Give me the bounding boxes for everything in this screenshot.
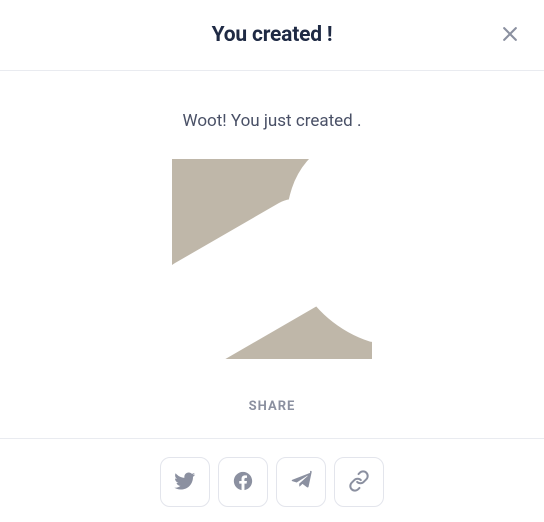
share-buttons-row <box>0 439 544 507</box>
modal-header: You created ! <box>0 0 544 71</box>
facebook-icon <box>232 470 254 495</box>
telegram-icon <box>290 470 312 495</box>
share-telegram-button[interactable] <box>276 457 326 507</box>
nft-preview-image <box>172 159 372 359</box>
link-icon <box>348 470 370 495</box>
modal-body: Woot! You just created . SHARE <box>0 71 544 507</box>
copy-link-button[interactable] <box>334 457 384 507</box>
share-heading: SHARE <box>0 399 544 414</box>
share-twitter-button[interactable] <box>160 457 210 507</box>
modal-title: You created ! <box>212 23 333 47</box>
close-button[interactable] <box>494 19 526 51</box>
share-facebook-button[interactable] <box>218 457 268 507</box>
success-message: Woot! You just created . <box>0 111 544 131</box>
close-icon <box>500 24 520 47</box>
twitter-icon <box>174 470 196 495</box>
